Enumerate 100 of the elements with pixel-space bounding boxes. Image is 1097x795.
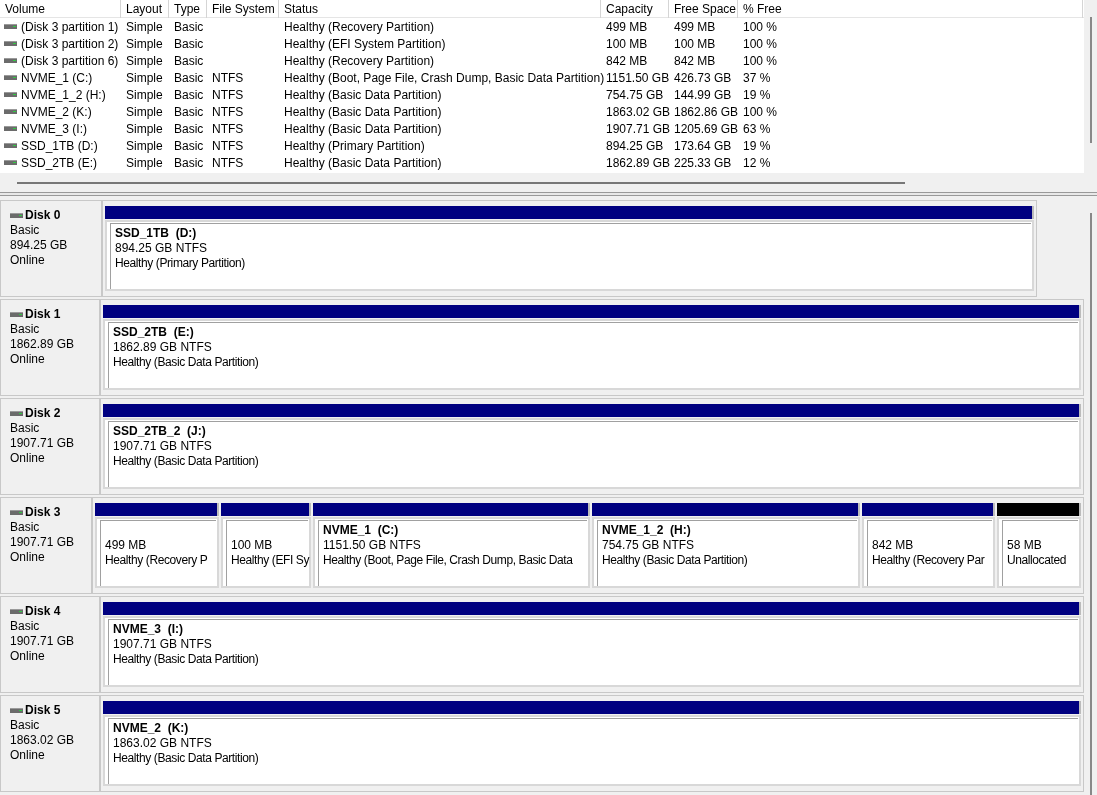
table-cell-text: 842 MB [674, 52, 716, 70]
table-cell-text: 100 % [743, 35, 778, 53]
table-cell-text: Simple [126, 154, 163, 172]
table-cell-text: Basic [174, 120, 204, 138]
table-cell-text: Healthy (Basic Data Partition) [284, 103, 442, 121]
table-cell-text: 1862.89 GB [606, 154, 671, 172]
disk-label-panel[interactable]: Disk 5 Basic 1863.02 GB Online [0, 695, 100, 792]
table-cell-text: Simple [126, 137, 163, 155]
disk-name: Disk 5 [25, 703, 61, 718]
disk-info: Online [10, 253, 46, 268]
partition-size: 1862.89 GB NTFS [113, 340, 213, 355]
volume-icon [4, 92, 17, 97]
volume-icon [4, 58, 17, 63]
volume-icon [4, 75, 17, 80]
partition-size: 1863.02 GB NTFS [113, 736, 213, 751]
table-cell-text: (Disk 3 partition 6) [21, 52, 119, 70]
table-cell-text: 1151.50 GB [606, 69, 670, 87]
volume-icon [4, 109, 17, 114]
column-header[interactable]: File System [207, 0, 279, 18]
table-cell-text: Basic [174, 103, 204, 121]
table-cell-text: 225.33 GB [674, 154, 732, 172]
disk-info: Basic [10, 619, 41, 634]
partition-box[interactable]: SSD_1TB (D:) 894.25 GB NTFS Healthy (Primary Partition) [105, 220, 1034, 291]
disk-info: Basic [10, 421, 41, 436]
disk-label-panel[interactable]: Disk 3 Basic 1907.71 GB Online [0, 497, 92, 594]
table-cell-text: NVME_1 (C:) [21, 69, 93, 87]
partition-box[interactable]: NVME_3 (I:) 1907.71 GB NTFS Healthy (Basic Data Partition) [103, 616, 1081, 687]
partition-size: 754.75 GB NTFS [602, 538, 696, 553]
table-cell-text: SSD_1TB (D:) [21, 137, 98, 155]
partition-name: NVME_3 (I:) [113, 622, 184, 637]
table-cell-text: 754.75 GB [606, 86, 664, 104]
disk-info: Basic [10, 322, 41, 337]
column-header[interactable]: Free Space [669, 0, 738, 18]
table-cell-text: NTFS [212, 69, 244, 87]
column-header[interactable]: Status [279, 0, 601, 18]
partition-size: 100 MB [231, 538, 274, 553]
horizontal-scrollbar[interactable] [17, 181, 905, 184]
table-cell-text: Basic [174, 35, 204, 53]
table-cell-text: 19 % [743, 86, 771, 104]
partition-status: Healthy (Recovery Par [872, 553, 986, 568]
partition-box[interactable]: 842 MB Healthy (Recovery Par [862, 517, 995, 588]
disk-label-panel[interactable]: Disk 0 Basic 894.25 GB Online [0, 200, 102, 297]
table-cell-text: Healthy (Boot, Page File, Crash Dump, Basic Data Partition) [284, 69, 605, 87]
partition-box[interactable]: 499 MB Healthy (Recovery P [95, 517, 219, 588]
partition-name: NVME_2 (K:) [113, 721, 190, 736]
column-header[interactable]: % Free [738, 0, 1083, 18]
table-cell-text: NTFS [212, 137, 244, 155]
partition-size: 499 MB [105, 538, 148, 553]
table-cell-text: 426.73 GB [674, 69, 732, 87]
partition-status: Healthy (Basic Data Partition) [113, 751, 260, 766]
column-header[interactable]: Layout [121, 0, 169, 18]
partition-status: Unallocated [1007, 553, 1067, 568]
table-cell-text: 499 MB [674, 18, 716, 36]
disk-info: 1907.71 GB [10, 634, 76, 649]
column-header[interactable]: Type [169, 0, 207, 18]
disk-label-panel[interactable]: Disk 4 Basic 1907.71 GB Online [0, 596, 100, 693]
partition-box[interactable]: 100 MB Healthy (EFI Sy [221, 517, 311, 588]
table-cell-text: Basic [174, 69, 204, 87]
table-cell-text: NTFS [212, 103, 244, 121]
table-cell-text: 100 % [743, 103, 778, 121]
column-header[interactable]: Volume [0, 0, 121, 18]
partition-box[interactable]: 58 MB Unallocated [997, 517, 1081, 588]
table-cell-text: Healthy (Primary Partition) [284, 137, 425, 155]
table-cell-text: Basic [174, 154, 204, 172]
partition-status: Healthy (Recovery P [105, 553, 209, 568]
table-cell-text: NVME_3 (I:) [21, 120, 87, 138]
partition-status: Healthy (Basic Data Partition) [113, 652, 260, 667]
volume-icon [4, 143, 17, 148]
column-header[interactable]: Capacity [601, 0, 669, 18]
volume-icon [4, 126, 17, 131]
table-cell-text: 144.99 GB [674, 86, 732, 104]
table-cell-text: Healthy (Recovery Partition) [284, 18, 435, 36]
table-cell-text: Simple [126, 86, 163, 104]
table-cell-text: Basic [174, 137, 204, 155]
disk-name: Disk 3 [25, 505, 61, 520]
table-cell-text: 63 % [743, 120, 771, 138]
partition-name: NVME_1_2 (H:) [602, 523, 692, 538]
disk-label-panel[interactable]: Disk 2 Basic 1907.71 GB Online [0, 398, 100, 495]
partition-box[interactable]: SSD_2TB (E:) 1862.89 GB NTFS Healthy (Basic Data Partition) [103, 319, 1081, 390]
table-cell-text: Healthy (Basic Data Partition) [284, 120, 442, 138]
disk-label-panel[interactable]: Disk 1 Basic 1862.89 GB Online [0, 299, 100, 396]
partition-status: Healthy (Primary Partition) [115, 256, 246, 271]
partition-size: 58 MB [1007, 538, 1043, 553]
table-cell-text: NVME_2 (K:) [21, 103, 92, 121]
table-cell-text: (Disk 3 partition 2) [21, 35, 119, 53]
table-cell-text: 894.25 GB [606, 137, 664, 155]
table-cell-text: 19 % [743, 137, 771, 155]
partition-box[interactable]: NVME_1 (C:) 1151.50 GB NTFS Healthy (Boot, Page File, Crash Dump, Basic Data [313, 517, 590, 588]
disk-info: Basic [10, 520, 41, 535]
vertical-scrollbar[interactable] [1089, 17, 1092, 143]
table-cell-text: 842 MB [606, 52, 648, 70]
partition-box[interactable]: NVME_2 (K:) 1863.02 GB NTFS Healthy (Basic Data Partition) [103, 715, 1081, 786]
vertical-scrollbar[interactable] [1089, 213, 1092, 795]
partition-box[interactable]: NVME_1_2 (H:) 754.75 GB NTFS Healthy (Basic Data Partition) [592, 517, 860, 588]
partition-box[interactable]: SSD_2TB_2 (J:) 1907.71 GB NTFS Healthy (Basic Data Partition) [103, 418, 1081, 489]
table-cell-text: Healthy (EFI System Partition) [284, 35, 446, 53]
disk-info: Online [10, 451, 46, 466]
table-cell-text: Simple [126, 120, 163, 138]
table-cell-text: 100 % [743, 52, 778, 70]
table-cell-text: Basic [174, 52, 204, 70]
